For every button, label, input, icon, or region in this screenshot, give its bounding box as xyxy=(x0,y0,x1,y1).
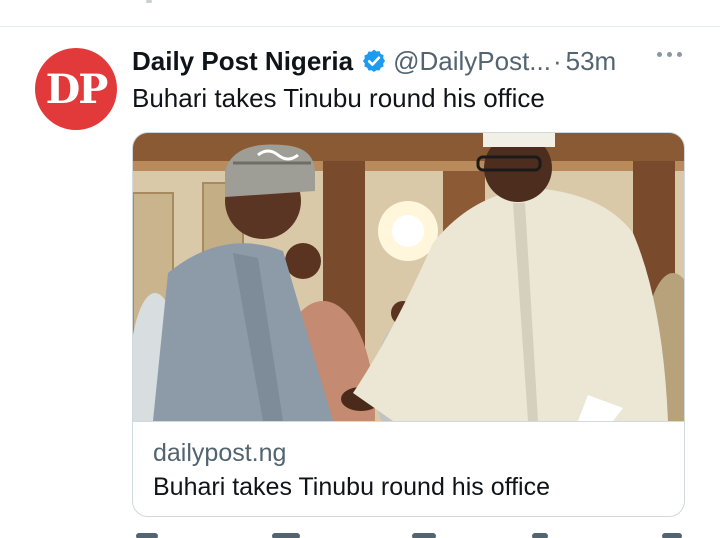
share-icon[interactable] xyxy=(662,533,682,538)
post-action-bar xyxy=(132,530,685,538)
more-options-icon[interactable] xyxy=(657,52,682,57)
card-title: Buhari takes Tinubu round his office xyxy=(153,473,551,501)
post-text: Buhari takes Tinubu round his office xyxy=(132,83,545,113)
link-card[interactable]: dailypost.ng Buhari takes Tinubu round h… xyxy=(132,132,685,517)
post-divider xyxy=(0,26,720,27)
avatar[interactable]: DP xyxy=(35,48,117,130)
card-domain: dailypost.ng xyxy=(153,439,287,467)
views-icon[interactable] xyxy=(532,533,548,538)
reply-icon[interactable] xyxy=(136,533,158,538)
meta-separator: · xyxy=(552,45,562,76)
timestamp[interactable]: 53m xyxy=(566,46,617,77)
avatar-logo-text: DP xyxy=(45,65,109,113)
post-header: Daily Post Nigeria @DailyPost... · 53m xyxy=(132,44,690,78)
previous-post-action-fragment xyxy=(146,0,152,3)
verified-badge-icon xyxy=(361,48,387,74)
handle[interactable]: @DailyPost... xyxy=(393,46,551,77)
repost-icon[interactable] xyxy=(272,533,300,538)
card-photo[interactable] xyxy=(133,133,684,422)
post-page: DP Daily Post Nigeria @DailyPost... · 53… xyxy=(0,0,720,538)
display-name[interactable]: Daily Post Nigeria xyxy=(132,46,353,77)
like-icon[interactable] xyxy=(412,533,436,538)
